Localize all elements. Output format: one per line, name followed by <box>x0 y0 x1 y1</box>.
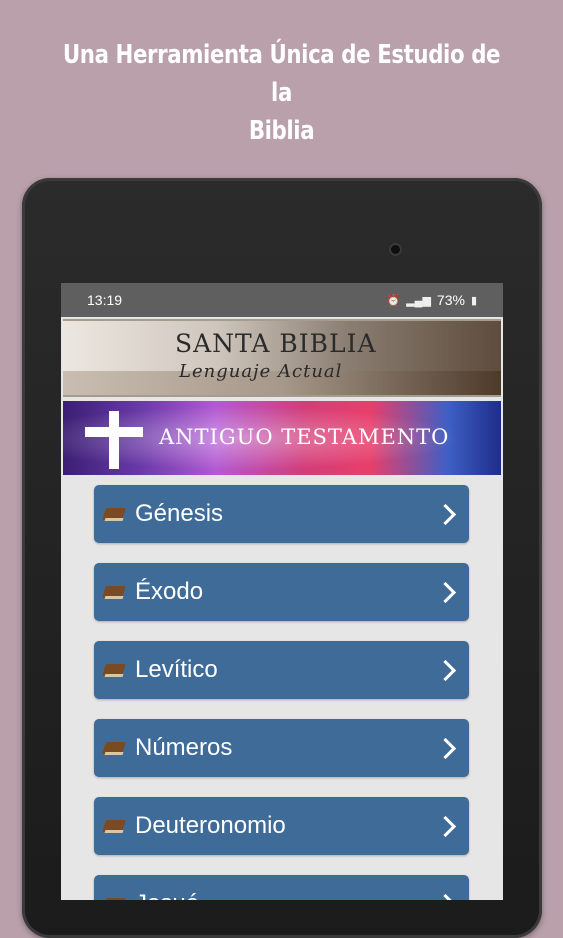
book-item-levitico[interactable]: Levítico <box>94 641 469 699</box>
section-title: ANTIGUO TESTAMENTO <box>159 425 450 449</box>
app-screen: 13:19 ⏰ ▂▄▆ 73% ▮ SANTA BIBLIA Lenguaje … <box>61 283 503 900</box>
book-list: Génesis Éxodo Levítico Números Deuterono… <box>61 485 503 900</box>
book-label: Josué <box>135 890 438 900</box>
book-icon <box>102 818 126 834</box>
alarm-icon: ⏰ <box>386 294 401 307</box>
book-item-genesis[interactable]: Génesis <box>94 485 469 543</box>
book-icon <box>102 662 126 678</box>
book-item-deuteronomio[interactable]: Deuteronomio <box>94 797 469 855</box>
app-header-banner: SANTA BIBLIA Lenguaje Actual <box>63 319 501 397</box>
book-icon <box>102 740 126 756</box>
chevron-right-icon <box>434 503 457 525</box>
book-label: Éxodo <box>135 578 204 605</box>
chevron-right-icon <box>434 659 457 681</box>
chevron-right-icon <box>434 893 457 900</box>
book-label: Génesis <box>135 500 224 527</box>
battery-level: 73% <box>436 292 465 308</box>
book-icon <box>102 506 126 522</box>
app-title: SANTA BIBLIA <box>175 329 377 358</box>
battery-icon: ▮ <box>470 294 477 307</box>
promo-line-2: Biblia <box>248 116 315 146</box>
book-label: Levítico <box>135 656 218 683</box>
signal-icon: ▂▄▆ <box>406 294 431 307</box>
chevron-right-icon <box>434 581 457 603</box>
book-item-josue[interactable]: Josué <box>94 875 469 900</box>
section-banner: ANTIGUO TESTAMENTO <box>63 401 501 475</box>
promo-line-1: Una Herramienta Única de Estudio de la <box>62 40 501 108</box>
camera-icon <box>389 243 402 256</box>
book-item-numeros[interactable]: Números <box>94 719 469 777</box>
chevron-right-icon <box>434 737 457 759</box>
book-label: Deuteronomio <box>135 812 286 839</box>
book-icon <box>102 896 126 900</box>
book-label: Números <box>135 734 233 761</box>
status-icons: ⏰ ▂▄▆ 73% ▮ <box>386 292 477 308</box>
chevron-right-icon <box>434 815 457 837</box>
status-time: 13:19 <box>87 292 123 308</box>
status-bar: 13:19 ⏰ ▂▄▆ 73% ▮ <box>61 283 503 317</box>
book-icon <box>102 584 126 600</box>
cross-icon <box>85 411 143 469</box>
book-item-exodo[interactable]: Éxodo <box>94 563 469 621</box>
promo-headline: Una Herramienta Única de Estudio de la B… <box>51 36 513 150</box>
app-subtitle: Lenguaje Actual <box>179 361 343 382</box>
